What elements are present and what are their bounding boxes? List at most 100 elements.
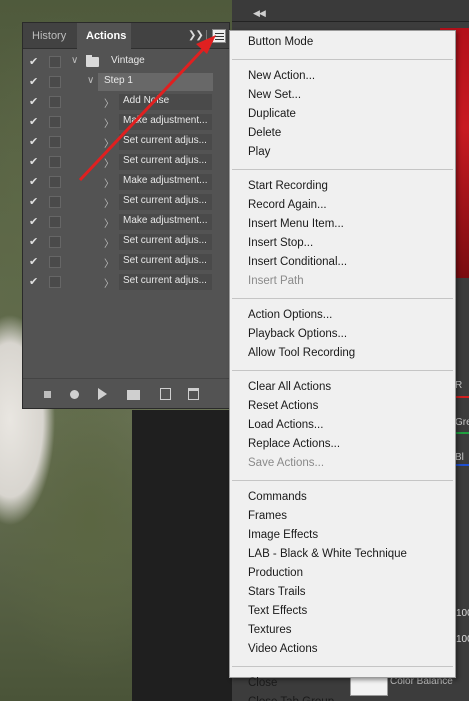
chevron-right-icon[interactable]: 〉	[104, 155, 114, 170]
chevron-down-icon[interactable]: ∨	[87, 75, 94, 86]
menu-item-commands[interactable]: Commands	[248, 491, 307, 503]
menu-item-production[interactable]: Production	[248, 567, 303, 579]
chevron-right-icon[interactable]: 〉	[104, 175, 114, 190]
toggle-item-checkmark-icon[interactable]: ✔	[29, 175, 38, 188]
menu-item-allow-tool-recording[interactable]: Allow Tool Recording	[248, 347, 355, 359]
expand-panel-icon[interactable]: ❯❯	[188, 30, 204, 41]
menu-item-lab-black-white-technique[interactable]: LAB - Black & White Technique	[248, 548, 407, 560]
value-field-2[interactable]: 100	[456, 634, 469, 645]
toggle-item-checkmark-icon[interactable]: ✔	[29, 115, 38, 128]
chevron-right-icon[interactable]: 〉	[104, 235, 114, 250]
menu-item-record-again[interactable]: Record Again...	[248, 199, 327, 211]
dialog-toggle[interactable]	[49, 276, 61, 288]
layer-mask-thumbnail[interactable]	[350, 676, 388, 696]
menu-item-reset-actions[interactable]: Reset Actions	[248, 400, 318, 412]
record-icon[interactable]	[70, 390, 79, 399]
channel-green-slider[interactable]	[455, 432, 469, 434]
command-row[interactable]: ✔ 〉 Set current adjus...	[23, 132, 229, 152]
menu-item-close[interactable]: Close	[248, 677, 277, 689]
command-row[interactable]: ✔ 〉 Make adjustment...	[23, 212, 229, 232]
trash-icon[interactable]	[188, 388, 199, 400]
chevron-right-icon[interactable]: 〉	[104, 135, 114, 150]
menu-item-replace-actions[interactable]: Replace Actions...	[248, 438, 340, 450]
menu-item-image-effects[interactable]: Image Effects	[248, 529, 318, 541]
menu-item-duplicate[interactable]: Duplicate	[248, 108, 296, 120]
channel-blue-slider[interactable]	[455, 464, 469, 466]
dialog-toggle[interactable]	[49, 176, 61, 188]
dialog-toggle[interactable]	[49, 116, 61, 128]
dialog-toggle[interactable]	[49, 236, 61, 248]
collapse-panels-icon[interactable]: ◀◀	[253, 8, 266, 19]
tab-divider	[206, 30, 207, 43]
action-row[interactable]: ✔ ∨ Step 1	[23, 72, 229, 92]
toggle-item-checkmark-icon[interactable]: ✔	[29, 235, 38, 248]
dialog-toggle[interactable]	[49, 216, 61, 228]
menu-item-stars-trails[interactable]: Stars Trails	[248, 586, 306, 598]
command-row[interactable]: ✔ 〉 Add Noise	[23, 92, 229, 112]
new-set-folder-icon[interactable]	[127, 390, 140, 400]
dialog-toggle[interactable]	[49, 76, 61, 88]
panel-menu-icon[interactable]	[212, 29, 226, 43]
menu-separator	[232, 370, 453, 371]
dialog-toggle[interactable]	[49, 136, 61, 148]
menu-item-insert-conditional[interactable]: Insert Conditional...	[248, 256, 347, 268]
new-action-icon[interactable]	[160, 388, 171, 400]
dialog-toggle[interactable]	[49, 96, 61, 108]
toggle-item-checkmark-icon[interactable]: ✔	[29, 75, 38, 88]
menu-item-text-effects[interactable]: Text Effects	[248, 605, 307, 617]
menu-item-play[interactable]: Play	[248, 146, 270, 158]
toggle-item-checkmark-icon[interactable]: ✔	[29, 135, 38, 148]
chevron-right-icon[interactable]: 〉	[104, 195, 114, 210]
dialog-toggle[interactable]	[49, 56, 61, 68]
toggle-item-checkmark-icon[interactable]: ✔	[29, 55, 38, 68]
command-row[interactable]: ✔ 〉 Set current adjus...	[23, 272, 229, 292]
dialog-toggle[interactable]	[49, 196, 61, 208]
value-field-1[interactable]: 100	[456, 608, 469, 619]
channel-red-slider[interactable]	[455, 396, 469, 398]
menu-item-close-tab-group[interactable]: Close Tab Group	[248, 696, 334, 701]
menu-item-load-actions[interactable]: Load Actions...	[248, 419, 323, 431]
menu-item-button-mode[interactable]: Button Mode	[248, 36, 313, 48]
toggle-item-checkmark-icon[interactable]: ✔	[29, 215, 38, 228]
menu-item-delete[interactable]: Delete	[248, 127, 281, 139]
command-row[interactable]: ✔ 〉 Set current adjus...	[23, 232, 229, 252]
menu-item-insert-stop[interactable]: Insert Stop...	[248, 237, 313, 249]
chevron-right-icon[interactable]: 〉	[104, 215, 114, 230]
dialog-toggle[interactable]	[49, 156, 61, 168]
tab-history[interactable]: History	[23, 23, 75, 49]
menu-item-insert-menu-item[interactable]: Insert Menu Item...	[248, 218, 344, 230]
command-row[interactable]: ✔ 〉 Set current adjus...	[23, 152, 229, 172]
toggle-item-checkmark-icon[interactable]: ✔	[29, 95, 38, 108]
menu-item-clear-all-actions[interactable]: Clear All Actions	[248, 381, 331, 393]
panel-dock-header[interactable]	[232, 0, 469, 22]
command-row[interactable]: ✔ 〉 Make adjustment...	[23, 112, 229, 132]
chevron-right-icon[interactable]: 〉	[104, 115, 114, 130]
stop-icon[interactable]	[44, 391, 51, 398]
command-name: Set current adjus...	[123, 195, 207, 206]
menu-item-new-set[interactable]: New Set...	[248, 89, 301, 101]
play-icon[interactable]	[98, 388, 107, 400]
menu-item-new-action[interactable]: New Action...	[248, 70, 315, 82]
command-row[interactable]: ✔ 〉 Set current adjus...	[23, 192, 229, 212]
chevron-down-icon[interactable]: ∨	[71, 55, 78, 66]
toggle-item-checkmark-icon[interactable]: ✔	[29, 275, 38, 288]
menu-item-frames[interactable]: Frames	[248, 510, 287, 522]
chevron-right-icon[interactable]: 〉	[104, 275, 114, 290]
menu-item-video-actions[interactable]: Video Actions	[248, 643, 317, 655]
toggle-item-checkmark-icon[interactable]: ✔	[29, 195, 38, 208]
dialog-toggle[interactable]	[49, 256, 61, 268]
command-row[interactable]: ✔ 〉 Set current adjus...	[23, 252, 229, 272]
tab-actions[interactable]: Actions	[77, 23, 131, 49]
menu-item-playback-options[interactable]: Playback Options...	[248, 328, 347, 340]
menu-item-start-recording[interactable]: Start Recording	[248, 180, 328, 192]
panel-toolbar	[23, 378, 229, 408]
chevron-right-icon[interactable]: 〉	[104, 255, 114, 270]
action-set-row[interactable]: ✔ ∨ Vintage	[23, 52, 229, 72]
chevron-right-icon[interactable]: 〉	[104, 95, 114, 110]
toggle-item-checkmark-icon[interactable]: ✔	[29, 255, 38, 268]
toggle-item-checkmark-icon[interactable]: ✔	[29, 155, 38, 168]
command-row[interactable]: ✔ 〉 Make adjustment...	[23, 172, 229, 192]
panel-tabs: History Actions ❯❯	[23, 23, 229, 49]
menu-item-textures[interactable]: Textures	[248, 624, 291, 636]
menu-item-action-options[interactable]: Action Options...	[248, 309, 332, 321]
